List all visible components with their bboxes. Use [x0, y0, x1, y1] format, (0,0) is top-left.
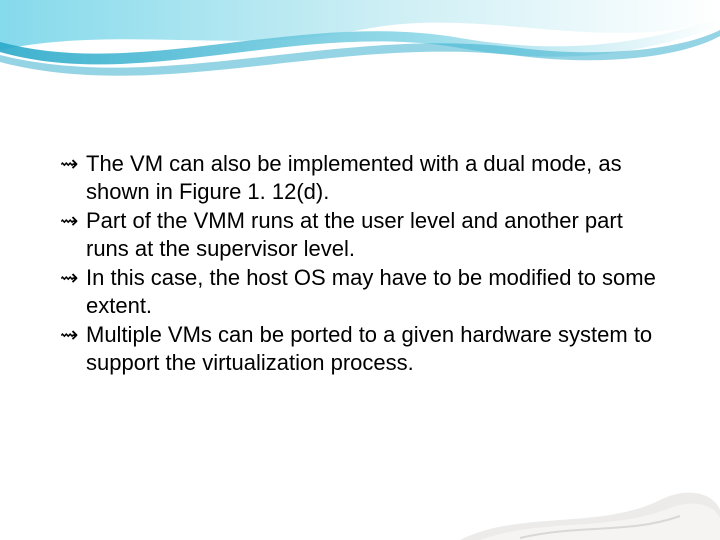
bullet-text: Part of the VMM runs at the user level a… — [86, 208, 623, 261]
bullet-text: Multiple VMs can be ported to a given ha… — [86, 322, 652, 375]
list-item: ⇝In this case, the host OS may have to b… — [60, 264, 660, 319]
bullet-icon: ⇝ — [60, 207, 86, 235]
bullet-list: ⇝The VM can also be implemented with a d… — [60, 150, 660, 378]
list-item: ⇝Part of the VMM runs at the user level … — [60, 207, 660, 262]
footer-swirl-decoration — [460, 480, 720, 540]
list-item: ⇝The VM can also be implemented with a d… — [60, 150, 660, 205]
bullet-text: The VM can also be implemented with a du… — [86, 151, 622, 204]
bullet-text: In this case, the host OS may have to be… — [86, 265, 656, 318]
bullet-icon: ⇝ — [60, 321, 86, 349]
bullet-icon: ⇝ — [60, 150, 86, 178]
slide: ⇝The VM can also be implemented with a d… — [0, 0, 720, 540]
bullet-icon: ⇝ — [60, 264, 86, 292]
header-wave-decoration — [0, 0, 720, 90]
list-item: ⇝Multiple VMs can be ported to a given h… — [60, 321, 660, 376]
